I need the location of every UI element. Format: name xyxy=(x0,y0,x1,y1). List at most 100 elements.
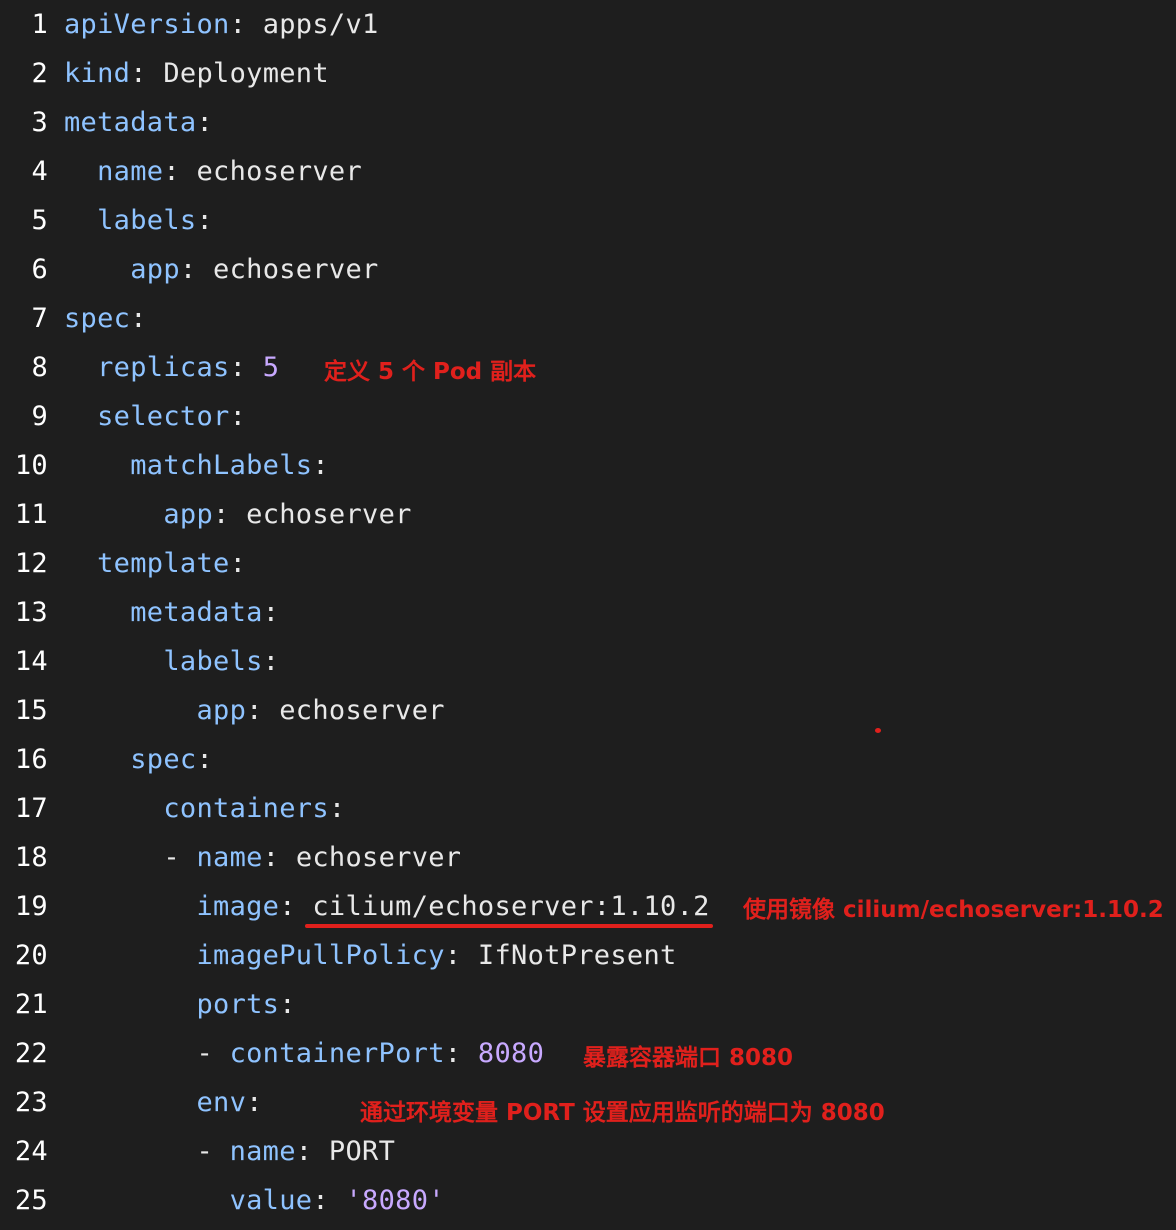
line-number: 1 xyxy=(31,9,48,40)
code-line[interactable]: 13 metadata: xyxy=(0,588,1176,637)
yaml-value: Deployment xyxy=(163,58,329,89)
yaml-key: app xyxy=(163,499,214,530)
yaml-key: labels xyxy=(163,646,263,677)
code-line[interactable]: 20 imagePullPolicy: IfNotPresent xyxy=(0,931,1176,980)
code-line[interactable]: 2 kind: Deployment xyxy=(0,49,1176,98)
code-line[interactable]: 17 containers: xyxy=(0,784,1176,833)
code-line[interactable]: 15 app: echoserver xyxy=(0,686,1176,735)
code-content: env: xyxy=(64,1087,263,1118)
code-content: spec: xyxy=(64,303,147,334)
code-line[interactable]: 1 apiVersion: apps/v1 xyxy=(0,0,1176,49)
yaml-key: template xyxy=(97,548,230,579)
yaml-value: '8080' xyxy=(345,1185,445,1216)
yaml-separator: : xyxy=(246,695,280,726)
code-content: apiVersion: apps/v1 xyxy=(64,9,379,40)
code-content: - name: PORT xyxy=(64,1136,395,1167)
yaml-key: metadata xyxy=(130,597,263,628)
line-number: 8 xyxy=(31,352,48,383)
line-number: 4 xyxy=(31,156,48,187)
annotation-port: 暴露容器端口 8080 xyxy=(583,1045,794,1071)
yaml-key: imagePullPolicy xyxy=(196,940,445,971)
code-line[interactable]: 12 template: xyxy=(0,539,1176,588)
yaml-separator: : xyxy=(444,940,478,971)
yaml-separator: : xyxy=(262,646,280,677)
yaml-key: containers xyxy=(163,793,329,824)
code-content: app: echoserver xyxy=(64,254,379,285)
indent: - xyxy=(64,1038,230,1069)
image-underline xyxy=(305,924,713,928)
yaml-separator: : xyxy=(196,744,214,775)
code-line[interactable]: 11 app: echoserver xyxy=(0,490,1176,539)
yaml-separator: : xyxy=(328,793,346,824)
yaml-key: app xyxy=(130,254,180,285)
code-line[interactable]: 18 - name: echoserver xyxy=(0,833,1176,882)
code-line[interactable]: 16 spec: xyxy=(0,735,1176,784)
yaml-value: apps/v1 xyxy=(262,9,379,40)
yaml-separator: : xyxy=(444,1038,478,1069)
yaml-separator: : xyxy=(295,1136,329,1167)
yaml-separator: : xyxy=(279,989,296,1020)
code-content: selector: xyxy=(64,401,246,432)
code-line[interactable]: 14 labels: xyxy=(0,637,1176,686)
code-line[interactable]: 7 spec: xyxy=(0,294,1176,343)
line-number: 2 xyxy=(31,58,48,89)
yaml-separator: : xyxy=(229,401,247,432)
yaml-key: ports xyxy=(196,989,280,1020)
line-number: 23 xyxy=(14,1087,48,1118)
line-number: 22 xyxy=(14,1038,48,1069)
code-content: labels: xyxy=(64,646,279,677)
code-content: imagePullPolicy: IfNotPresent xyxy=(64,940,677,971)
line-number: 10 xyxy=(14,450,48,481)
yaml-separator: : xyxy=(130,303,147,334)
yaml-key: name xyxy=(97,156,164,187)
line-number: 5 xyxy=(31,205,48,236)
yaml-separator: : xyxy=(196,107,214,138)
code-line[interactable]: 24 - name: PORT xyxy=(0,1127,1176,1176)
code-content: image: cilium/echoserver:1.10.2 xyxy=(64,891,710,922)
code-line[interactable]: 8 replicas: 5 xyxy=(0,343,1176,392)
code-line[interactable]: 4 name: echoserver xyxy=(0,147,1176,196)
code-line[interactable]: 25 value: '8080' xyxy=(0,1176,1176,1225)
annotation-image: 使用镜像 cilium/echoserver:1.10.2 xyxy=(743,897,1164,923)
code-content: template: xyxy=(64,548,246,579)
yaml-separator: : xyxy=(163,156,197,187)
yaml-value: echoserver xyxy=(279,695,445,726)
code-content: kind: Deployment xyxy=(64,58,329,89)
code-line[interactable]: 5 labels: xyxy=(0,196,1176,245)
code-content: metadata: xyxy=(64,107,213,138)
yaml-value: echoserver xyxy=(196,156,363,187)
yaml-key: env xyxy=(196,1087,247,1118)
code-line[interactable]: 6 app: echoserver xyxy=(0,245,1176,294)
yaml-separator: : xyxy=(279,891,313,922)
yaml-value: echoserver xyxy=(295,842,462,873)
code-line[interactable]: 9 selector: xyxy=(0,392,1176,441)
annotation-replicas: 定义 5 个 Pod 副本 xyxy=(324,359,537,385)
yaml-key: image xyxy=(196,891,280,922)
line-number: 18 xyxy=(14,842,48,873)
line-number: 25 xyxy=(14,1185,48,1216)
code-content: spec: xyxy=(64,744,213,775)
yaml-key: labels xyxy=(97,205,197,236)
yaml-key: containerPort xyxy=(229,1038,445,1069)
yaml-separator: : xyxy=(229,352,263,383)
code-line[interactable]: 10 matchLabels: xyxy=(0,441,1176,490)
code-line[interactable]: 21 ports: xyxy=(0,980,1176,1029)
yaml-separator: : xyxy=(246,1087,263,1118)
line-number: 24 xyxy=(14,1136,48,1167)
yaml-separator: : xyxy=(179,254,214,285)
yaml-separator: : xyxy=(312,450,329,481)
code-line[interactable]: 3 metadata: xyxy=(0,98,1176,147)
line-number: 16 xyxy=(14,744,48,775)
